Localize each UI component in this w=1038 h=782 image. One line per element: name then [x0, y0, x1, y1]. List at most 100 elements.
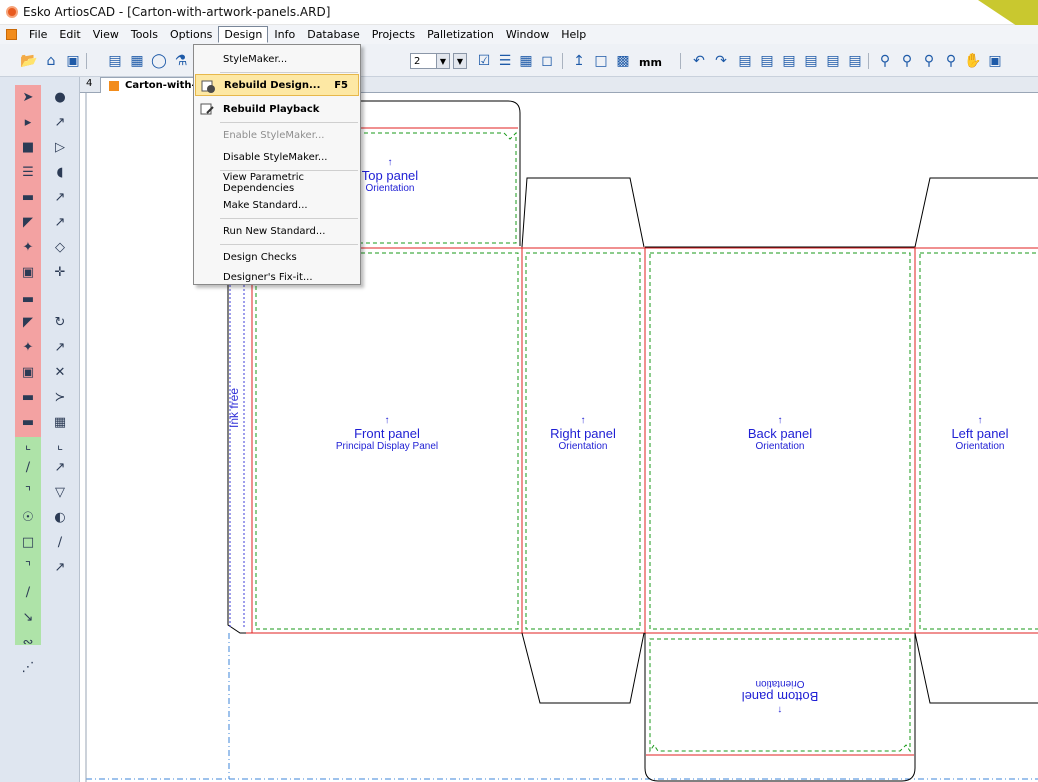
tool-icon[interactable]: ◤: [18, 312, 38, 332]
tool-icon[interactable]: ▽: [50, 482, 70, 502]
menu-info[interactable]: Info: [268, 26, 301, 43]
corner-icon[interactable]: ↻: [50, 312, 70, 332]
pan-hand-icon[interactable]: ✋: [964, 52, 982, 70]
grid-icon[interactable]: ▦: [517, 52, 535, 70]
right-bottom-flap-cut: [521, 632, 645, 704]
tool-icon[interactable]: ⚗: [172, 52, 190, 70]
toolbar-separator: [562, 53, 563, 69]
menu-file[interactable]: File: [23, 26, 53, 43]
tool-icon[interactable]: ↗: [50, 337, 70, 357]
doc-icon[interactable]: ▤: [846, 52, 864, 70]
menu-palletization[interactable]: Palletization: [421, 26, 500, 43]
line-icon[interactable]: ∕: [18, 457, 38, 477]
fit-view-icon[interactable]: ▣: [986, 52, 1004, 70]
toolbar-separator: [86, 53, 87, 69]
tool-icon[interactable]: ✦: [18, 237, 38, 257]
circle-icon[interactable]: ☉: [18, 507, 38, 527]
box-icon[interactable]: □: [592, 52, 610, 70]
menu-view[interactable]: View: [87, 26, 125, 43]
redo-icon[interactable]: ↷: [712, 52, 730, 70]
menu-item-view-parametric-dependencies[interactable]: View Parametric Dependencies: [195, 172, 359, 194]
ruler-icon[interactable]: ▩: [614, 52, 632, 70]
tool-icon[interactable]: ▬: [18, 289, 38, 309]
tool-icon[interactable]: ↘: [18, 607, 38, 627]
home-icon[interactable]: ⌂: [42, 52, 60, 70]
step-combo[interactable]: 2 ▼: [410, 53, 450, 69]
menu-database[interactable]: Database: [301, 26, 366, 43]
corner-icon[interactable]: ⌞: [50, 435, 70, 455]
tool-icon[interactable]: ⌞: [18, 435, 38, 455]
arrow-icon[interactable]: ↥: [570, 52, 588, 70]
menu-tools[interactable]: Tools: [125, 26, 164, 43]
select-arrow-icon[interactable]: ➤: [18, 87, 38, 107]
arc-icon[interactable]: ◤: [18, 212, 38, 232]
tool-icon[interactable]: ▬: [18, 412, 38, 432]
menu-item-disable-stylemaker[interactable]: Disable StyleMaker...: [195, 146, 359, 168]
line-type-combo[interactable]: ▼: [453, 53, 467, 69]
tool-icon[interactable]: ∕: [18, 582, 38, 602]
zoom-window-icon[interactable]: ⚲: [942, 52, 960, 70]
tool-icon[interactable]: ▬: [18, 187, 38, 207]
menu-item-rebuild-playback[interactable]: Rebuild Playback: [195, 98, 359, 120]
tool-icon[interactable]: ✛: [50, 262, 70, 282]
select-group-icon[interactable]: ▸: [18, 112, 38, 132]
rectangle-icon[interactable]: □: [18, 532, 38, 552]
tool-icon[interactable]: ✦: [18, 337, 38, 357]
tool-icon[interactable]: ↗: [50, 557, 70, 577]
tab-nav-left-icon[interactable]: 4: [86, 78, 92, 89]
point-tool-icon[interactable]: ●: [50, 87, 70, 107]
tool-icon[interactable]: ▬: [18, 387, 38, 407]
tool-icon[interactable]: ↗: [50, 457, 70, 477]
menu-item-run-new-standard[interactable]: Run New Standard...: [195, 220, 359, 242]
table-icon[interactable]: ▦: [50, 412, 70, 432]
tool-icon[interactable]: ▣: [18, 362, 38, 382]
radius-icon[interactable]: ◖: [50, 162, 70, 182]
view-icon[interactable]: ▦: [128, 52, 146, 70]
cross-icon[interactable]: ✕: [50, 362, 70, 382]
snap-icon[interactable]: ◻: [538, 52, 556, 70]
menu-edit[interactable]: Edit: [53, 26, 86, 43]
menu-help[interactable]: Help: [555, 26, 592, 43]
tool-icon[interactable]: ☰: [18, 162, 38, 182]
zoom-in-icon[interactable]: ⚲: [898, 52, 916, 70]
fold-icon[interactable]: ◯: [150, 52, 168, 70]
units-label[interactable]: mm: [639, 56, 662, 69]
tool-icon[interactable]: ↗: [50, 212, 70, 232]
doc-icon[interactable]: ▤: [736, 52, 754, 70]
print-icon[interactable]: ▤: [802, 52, 820, 70]
menu-options[interactable]: Options: [164, 26, 218, 43]
export-icon[interactable]: ▤: [824, 52, 842, 70]
doc-icon[interactable]: ▤: [758, 52, 776, 70]
sort-icon[interactable]: ☰: [496, 52, 514, 70]
tool-icon[interactable]: ■: [18, 137, 38, 157]
tool-icon[interactable]: ▣: [18, 262, 38, 282]
menu-item-rebuild-design[interactable]: Rebuild Design... F5: [195, 74, 359, 96]
dimension-icon[interactable]: ↗: [50, 112, 70, 132]
save-icon[interactable]: ▣: [64, 52, 82, 70]
checklist-icon[interactable]: ☑: [475, 52, 493, 70]
zoom-out-icon[interactable]: ⚲: [920, 52, 938, 70]
bezier-icon[interactable]: ∾: [18, 632, 38, 652]
open-folder-icon[interactable]: 📂: [20, 52, 38, 70]
doc-icon[interactable]: ▤: [780, 52, 798, 70]
menu-design[interactable]: Design: [218, 26, 269, 43]
layer-icon[interactable]: ▤: [106, 52, 124, 70]
menu-projects[interactable]: Projects: [366, 26, 421, 43]
undo-icon[interactable]: ↶: [690, 52, 708, 70]
tool-icon[interactable]: ∕: [50, 532, 70, 552]
menu-item-make-standard[interactable]: Make Standard...: [195, 194, 359, 216]
tool-icon[interactable]: ⋰: [18, 657, 38, 677]
tool-icon[interactable]: ⌝: [18, 557, 38, 577]
angle-icon[interactable]: ▷: [50, 137, 70, 157]
document-menu-icon[interactable]: [6, 29, 17, 40]
tool-icon[interactable]: ◇: [50, 237, 70, 257]
zoom-icon[interactable]: ⚲: [876, 52, 894, 70]
tool-icon[interactable]: ◐: [50, 507, 70, 527]
greater-icon[interactable]: ≻: [50, 387, 70, 407]
menu-item-stylemaker[interactable]: StyleMaker...: [195, 48, 359, 70]
menu-window[interactable]: Window: [500, 26, 555, 43]
tool-icon[interactable]: ↗: [50, 187, 70, 207]
menu-item-designers-fix-it[interactable]: Designer's Fix-it...: [195, 266, 359, 288]
arc-icon[interactable]: ⌝: [18, 482, 38, 502]
menu-item-design-checks[interactable]: Design Checks: [195, 246, 359, 268]
